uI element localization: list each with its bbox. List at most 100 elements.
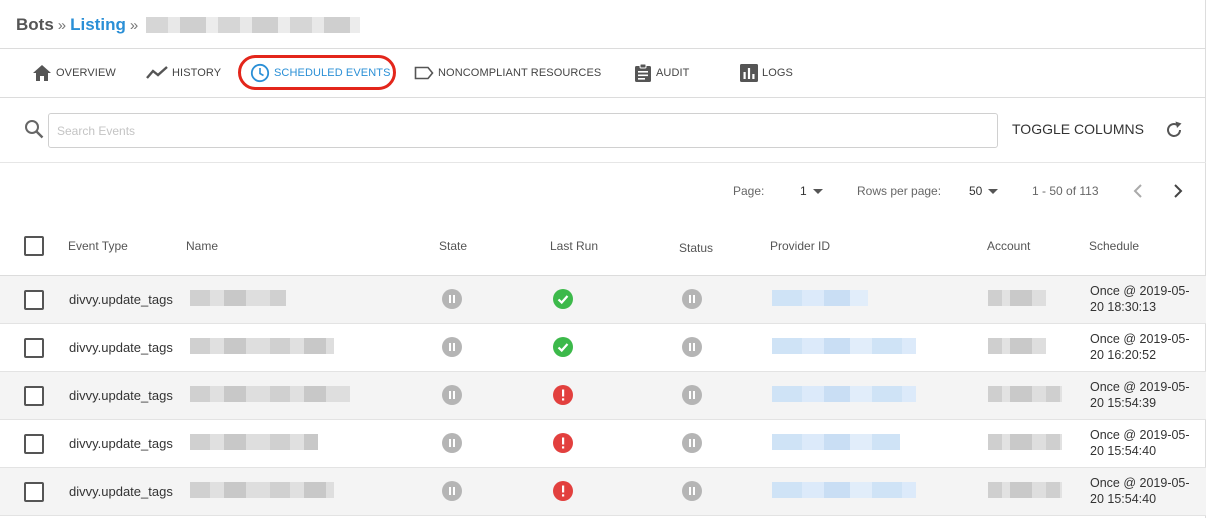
bar-chart-icon	[740, 64, 758, 82]
page-select[interactable]: 1	[800, 184, 823, 198]
provider-id-redacted	[772, 290, 868, 306]
error-icon	[553, 481, 573, 501]
chevron-right-icon[interactable]	[1171, 183, 1185, 199]
schedule-line: Once @ 2019-05-	[1090, 332, 1190, 346]
success-icon	[553, 289, 573, 309]
column-header-state[interactable]: State	[439, 239, 467, 253]
breadcrumb: Bots » Listing »	[16, 14, 361, 36]
breadcrumb-bot-name-redacted	[146, 17, 361, 33]
schedule-cell: Once @ 2019-05- 20 15:54:40	[1090, 475, 1200, 507]
row-checkbox[interactable]	[24, 434, 44, 454]
paused-icon	[682, 433, 702, 453]
error-icon	[553, 433, 573, 453]
toggle-columns-button[interactable]: TOGGLE COLUMNS	[1012, 121, 1144, 137]
paused-icon	[442, 337, 462, 357]
clock-icon	[250, 63, 270, 83]
chevron-left-icon[interactable]	[1131, 183, 1145, 199]
breadcrumb-separator: »	[129, 16, 139, 34]
success-icon	[553, 337, 573, 357]
page-frame: Bots » Listing » OVERVIEW HISTORY SCHEDU…	[0, 0, 1206, 518]
rows-per-page-label: Rows per page:	[857, 184, 942, 198]
table-row[interactable]: divvy.update_tags Once @ 2019-05- 20 15:5…	[0, 420, 1206, 468]
account-redacted	[988, 434, 1062, 450]
name-redacted	[190, 290, 286, 306]
column-header-last-run[interactable]: Last Run	[550, 239, 598, 253]
table-row[interactable]: divvy.update_tags Once @ 2019-05- 20 15:5…	[0, 468, 1206, 516]
tab-logs[interactable]: LOGS	[740, 49, 793, 97]
name-redacted	[190, 482, 334, 498]
paused-icon	[442, 385, 462, 405]
name-redacted	[190, 434, 318, 450]
chevron-down-icon	[812, 189, 823, 195]
paused-icon	[442, 481, 462, 501]
column-header-schedule[interactable]: Schedule	[1089, 239, 1139, 253]
account-redacted	[988, 386, 1062, 402]
account-redacted	[988, 338, 1046, 354]
paused-icon	[442, 289, 462, 309]
search-events-input[interactable]	[48, 113, 998, 148]
schedule-line: 20 15:54:39	[1090, 396, 1157, 410]
tab-label: HISTORY	[172, 67, 222, 79]
provider-id-redacted	[772, 482, 916, 498]
tab-overview[interactable]: OVERVIEW	[32, 49, 116, 97]
table-row[interactable]: divvy.update_tags Once @ 2019-05- 20 16:2…	[0, 324, 1206, 372]
pagination-range: 1 - 50 of 113	[1032, 184, 1099, 198]
schedule-cell: Once @ 2019-05- 20 15:54:39	[1090, 379, 1200, 411]
account-redacted	[988, 482, 1062, 498]
paused-icon	[682, 481, 702, 501]
breadcrumb-separator: »	[57, 16, 67, 34]
row-checkbox[interactable]	[24, 338, 44, 358]
rows-per-page-select[interactable]: 50	[969, 184, 999, 198]
schedule-line: 20 16:20:52	[1090, 348, 1157, 362]
rows-value: 50	[969, 184, 983, 198]
account-redacted	[988, 290, 1046, 306]
row-checkbox[interactable]	[24, 290, 44, 310]
search-icon	[25, 120, 44, 139]
schedule-cell: Once @ 2019-05- 20 15:54:40	[1090, 427, 1200, 459]
home-icon	[33, 65, 51, 81]
tab-label: SCHEDULED EVENTS	[274, 67, 391, 79]
row-checkbox[interactable]	[24, 386, 44, 406]
table-row[interactable]: divvy.update_tags Once @ 2019-05- 20 15:5…	[0, 372, 1206, 420]
column-header-status[interactable]: Status	[679, 241, 713, 255]
column-header-name[interactable]: Name	[186, 239, 218, 253]
chevron-down-icon	[988, 189, 999, 195]
divider	[0, 162, 1206, 163]
schedule-line: 20 15:54:40	[1090, 492, 1157, 506]
name-redacted	[190, 338, 334, 354]
row-checkbox[interactable]	[24, 482, 44, 502]
tab-label: AUDIT	[656, 67, 690, 79]
column-header-provider-id[interactable]: Provider ID	[770, 239, 830, 253]
schedule-cell: Once @ 2019-05- 20 16:20:52	[1090, 331, 1200, 363]
provider-id-redacted	[772, 434, 900, 450]
column-header-event-type[interactable]: Event Type	[68, 239, 128, 253]
error-icon	[553, 385, 573, 405]
event-type-cell: divvy.update_tags	[69, 340, 173, 355]
column-header-account[interactable]: Account	[987, 239, 1030, 253]
paused-icon	[682, 337, 702, 357]
provider-id-redacted	[772, 386, 916, 402]
tab-audit[interactable]: AUDIT	[634, 49, 690, 97]
tab-noncompliant-resources[interactable]: NONCOMPLIANT RESOURCES	[414, 49, 601, 97]
schedule-line: Once @ 2019-05-	[1090, 428, 1190, 442]
tab-label: NONCOMPLIANT RESOURCES	[438, 67, 602, 79]
table-row[interactable]: divvy.update_tags Once @ 2019-05- 20 18:3…	[0, 276, 1206, 324]
breadcrumb-bots[interactable]: Bots	[16, 15, 54, 35]
select-all-checkbox[interactable]	[24, 236, 44, 256]
paused-icon	[442, 433, 462, 453]
paused-icon	[682, 289, 702, 309]
breadcrumb-listing-link[interactable]: Listing	[70, 15, 126, 35]
schedule-line: Once @ 2019-05-	[1090, 476, 1190, 490]
refresh-icon[interactable]	[1164, 120, 1184, 140]
tab-label: OVERVIEW	[56, 67, 116, 79]
schedule-line: 20 18:30:13	[1090, 300, 1157, 314]
divider	[0, 97, 1206, 98]
tab-scheduled-events[interactable]: SCHEDULED EVENTS	[250, 49, 391, 97]
tab-bar: OVERVIEW HISTORY SCHEDULED EVENTS NONCOM…	[0, 49, 1206, 97]
page-label: Page:	[733, 184, 765, 198]
tab-label: LOGS	[762, 67, 793, 79]
paused-icon	[682, 385, 702, 405]
name-redacted	[190, 386, 350, 402]
page-value: 1	[800, 184, 807, 198]
tab-history[interactable]: HISTORY	[146, 49, 221, 97]
